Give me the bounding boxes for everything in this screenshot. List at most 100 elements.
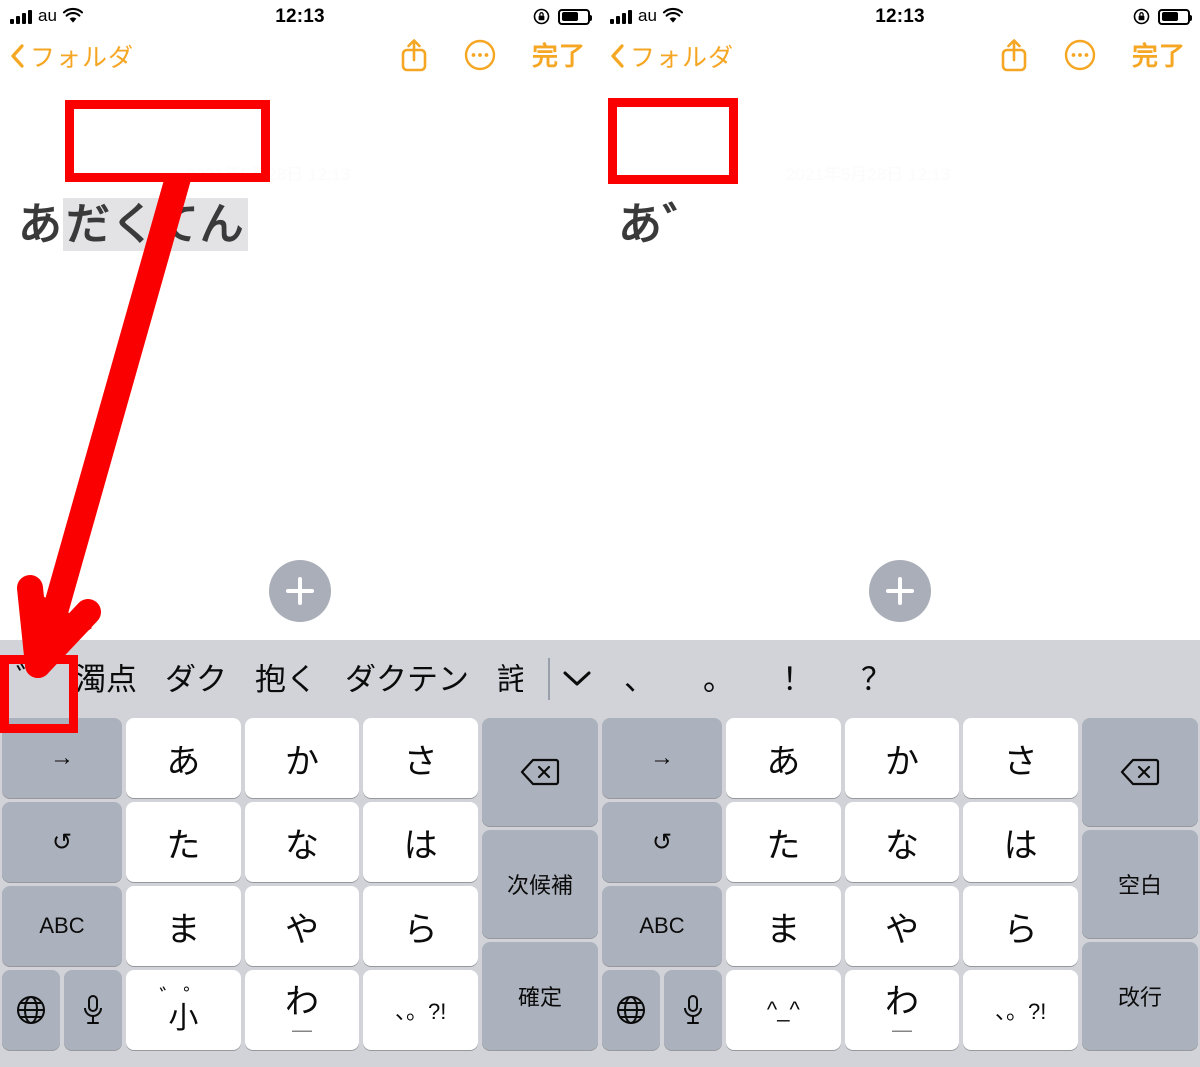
- key-abc[interactable]: ABC: [2, 886, 122, 966]
- key-dakuten-handakuten-small[interactable]: ゛゜ 小: [126, 970, 241, 1050]
- delete-backspace-icon[interactable]: [482, 718, 598, 826]
- key-kaomoji[interactable]: ^_^: [726, 970, 841, 1050]
- key-space[interactable]: 空白: [1082, 830, 1198, 938]
- rotation-lock-icon: [533, 8, 550, 25]
- back-button[interactable]: フォルダ: [10, 38, 134, 74]
- key-ma[interactable]: ま: [126, 886, 241, 966]
- add-attachment-button[interactable]: [869, 560, 931, 622]
- suggestion-item[interactable]: ？: [837, 664, 916, 695]
- microphone-icon[interactable]: [664, 970, 722, 1050]
- kana-row-1: あ か さ: [726, 718, 1079, 798]
- rotation-lock-icon: [1133, 8, 1150, 25]
- small-kana-label: 小: [168, 1001, 199, 1035]
- key-ka[interactable]: か: [244, 718, 360, 798]
- suggestion-bar-left: ゛ 濁点 ダク 抱く ダクテン 詫: [0, 640, 600, 718]
- battery-icon: [1158, 8, 1192, 25]
- more-ellipsis-icon[interactable]: [1064, 39, 1096, 71]
- globe-icon[interactable]: [2, 970, 60, 1050]
- key-ha[interactable]: は: [963, 802, 1079, 882]
- suggestion-item[interactable]: ダク: [151, 664, 241, 695]
- key-row-globe-mic: [602, 970, 722, 1050]
- key-newline[interactable]: 改行: [1082, 942, 1198, 1050]
- key-ma[interactable]: ま: [726, 886, 841, 966]
- key-sa[interactable]: さ: [963, 718, 1079, 798]
- back-button[interactable]: フォルダ: [610, 38, 734, 74]
- chevron-left-icon: [10, 44, 24, 68]
- suggestion-item[interactable]: ダクテン: [331, 664, 483, 695]
- key-ya[interactable]: や: [244, 886, 360, 966]
- key-column-kana: あ か さ た な は ま や ら ^_^ わ ＿ 、。?!: [726, 718, 1079, 1050]
- chevron-down-icon[interactable]: [554, 670, 600, 688]
- note-text-marked: だくてん: [63, 198, 248, 251]
- status-bar-right-group: [533, 8, 592, 25]
- status-bar-right: au 12:13: [600, 0, 1200, 34]
- nav-actions-right: 完了: [1000, 36, 1186, 73]
- key-ta[interactable]: た: [126, 802, 241, 882]
- key-ya[interactable]: や: [844, 886, 960, 966]
- highlight-box-result-text: [608, 98, 738, 184]
- key-column-kana: あ か さ た な は ま や ら ゛゜ 小 わ ＿ 、。?!: [126, 718, 479, 1050]
- kana-row-4: ゛゜ 小 わ ＿ 、。?!: [126, 970, 479, 1050]
- globe-icon[interactable]: [602, 970, 660, 1050]
- back-button-label: フォルダ: [30, 44, 135, 72]
- key-punctuation[interactable]: 、。?!: [963, 970, 1079, 1050]
- nav-actions-left: 完了: [400, 36, 586, 73]
- key-ra[interactable]: ら: [963, 886, 1079, 966]
- done-button[interactable]: 完了: [532, 36, 586, 73]
- share-icon[interactable]: [1000, 38, 1028, 72]
- suggestion-item[interactable]: 抱く: [241, 664, 331, 695]
- key-wa-underscore: ＿: [892, 1011, 912, 1034]
- key-ka[interactable]: か: [844, 718, 960, 798]
- key-grid-left: → ↺ ABC あ か さ た な は ま や ら ゛゜ 小 わ ＿ 、。?! …: [0, 718, 600, 1054]
- suggestion-item[interactable]: 、: [600, 664, 679, 695]
- key-column-actions: 空白 改行: [1082, 718, 1198, 1050]
- status-bar-right-group: [1133, 8, 1192, 25]
- suggestion-list: ゛ 濁点 ダク 抱く ダクテン 詫: [0, 664, 544, 695]
- key-grid-right: → ↺ ABC あ か さ た な は ま や ら ^_^ わ ＿ 、。?! 空…: [600, 718, 1200, 1054]
- note-text-committed: あ゛: [618, 200, 708, 249]
- key-confirm[interactable]: 確定: [482, 942, 598, 1050]
- share-icon[interactable]: [400, 38, 428, 72]
- suggestion-item[interactable]: 。: [679, 664, 758, 695]
- note-text-line: あだくてん: [18, 188, 248, 252]
- highlight-box-dakuten-suggestion: [0, 655, 78, 733]
- note-text-line: あ゛: [618, 188, 708, 252]
- status-bar-clock: 12:13: [275, 6, 325, 27]
- key-na[interactable]: な: [244, 802, 360, 882]
- add-attachment-button[interactable]: [269, 560, 331, 622]
- note-date-label: 2021年5月28日 12:13: [786, 165, 951, 184]
- key-na[interactable]: な: [844, 802, 960, 882]
- nav-bar-left: フォルダ 完了: [0, 34, 600, 84]
- battery-icon: [558, 8, 592, 25]
- key-punctuation[interactable]: 、。?!: [363, 970, 479, 1050]
- key-a[interactable]: あ: [726, 718, 841, 798]
- key-next-candidate[interactable]: 次候補: [482, 830, 598, 938]
- key-ra[interactable]: ら: [363, 886, 479, 966]
- key-wa-underscore: ＿: [292, 1011, 312, 1034]
- key-undo[interactable]: ↺: [602, 802, 722, 882]
- keyboard-left: ゛ 濁点 ダク 抱く ダクテン 詫 → ↺ ABC あ か さ た な は ま …: [0, 640, 600, 1067]
- kana-row-4: ^_^ わ ＿ 、。?!: [726, 970, 1079, 1050]
- key-ha[interactable]: は: [363, 802, 479, 882]
- microphone-icon[interactable]: [64, 970, 122, 1050]
- keyboard-right: 、 。 ！ ？ → ↺ ABC あ か さ た な は ま や ら ^_^ わ …: [600, 640, 1200, 1067]
- kana-row-1: あ か さ: [126, 718, 479, 798]
- key-abc[interactable]: ABC: [602, 886, 722, 966]
- key-a[interactable]: あ: [126, 718, 241, 798]
- key-cursor-right[interactable]: →: [602, 718, 722, 798]
- suggestion-list: 、 。 ！ ？: [600, 664, 916, 695]
- kana-row-2: た な は: [126, 802, 479, 882]
- suggestion-item[interactable]: 詫: [483, 664, 523, 695]
- suggestion-item[interactable]: ！: [758, 664, 837, 695]
- key-undo[interactable]: ↺: [2, 802, 122, 882]
- chevron-left-icon: [610, 44, 624, 68]
- key-ta[interactable]: た: [726, 802, 841, 882]
- done-button[interactable]: 完了: [1132, 36, 1186, 73]
- status-bar-clock: 12:13: [875, 6, 925, 27]
- highlight-box-marked-text: [65, 100, 270, 182]
- delete-backspace-icon[interactable]: [1082, 718, 1198, 826]
- key-sa[interactable]: さ: [363, 718, 479, 798]
- key-wa[interactable]: わ ＿: [844, 970, 960, 1050]
- key-wa[interactable]: わ ＿: [244, 970, 360, 1050]
- more-ellipsis-icon[interactable]: [464, 39, 496, 71]
